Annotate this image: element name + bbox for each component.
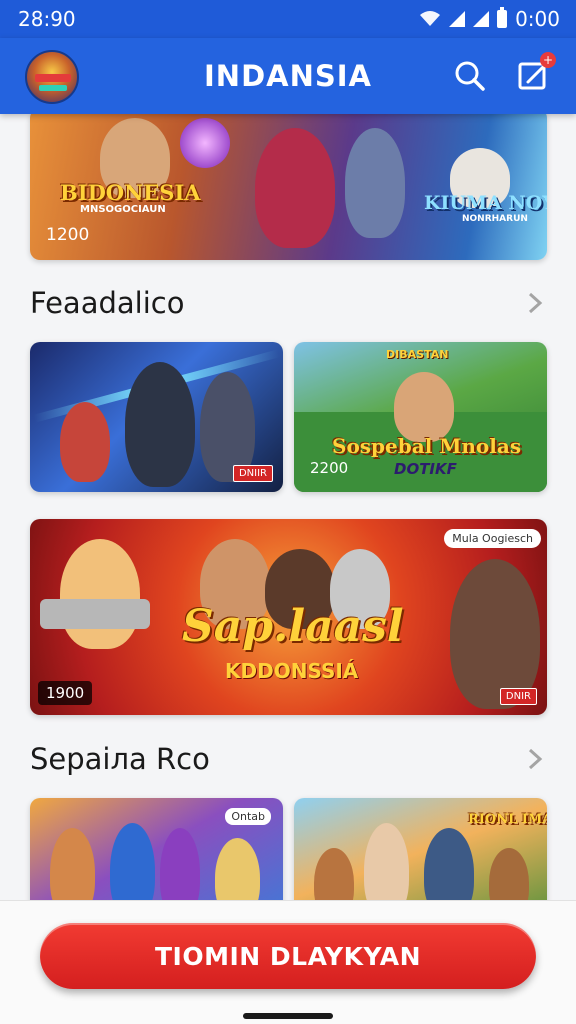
card-tag: Ontab xyxy=(225,808,271,825)
app-bar: INDANSIA + xyxy=(0,38,576,114)
app-screen: 28:90 0:00 INDANSIA + BIDONESIA MNSOGOCI… xyxy=(0,0,576,1024)
feature-subtitle: KDDONSSIÁ xyxy=(225,659,359,683)
game-card[interactable]: RIONL IMALUE xyxy=(294,798,547,900)
card-count-badge: 2200 xyxy=(310,459,349,477)
game-card[interactable]: DNIIR xyxy=(30,342,283,492)
feature-top-right-label: Mula Oogiesch xyxy=(444,529,541,548)
feature-count-badge: 1900 xyxy=(38,681,93,705)
home-indicator[interactable] xyxy=(243,1013,333,1019)
feature-title: Sap.laasl xyxy=(182,601,404,652)
signal-icon xyxy=(449,11,466,27)
card-title: RIONL IMALUE xyxy=(468,812,547,827)
section-title-1: Feaadalico xyxy=(30,286,185,320)
signal-icon xyxy=(473,11,490,27)
card-subtitle: DOTIKF xyxy=(394,460,457,478)
hero-subtitle: MNSOGOCIAUN xyxy=(80,204,166,215)
bottom-bar: TIOMIN DLAYKYAN xyxy=(0,900,576,1024)
search-button[interactable] xyxy=(452,58,488,94)
game-card[interactable]: Ontab xyxy=(30,798,283,900)
wifi-icon xyxy=(420,11,441,26)
hero-title: BIDONESIA xyxy=(60,180,201,205)
notification-badge: + xyxy=(540,52,556,68)
card-title: Sospebal Mnolas xyxy=(332,434,522,458)
search-icon xyxy=(455,61,485,91)
status-bar: 28:90 0:00 xyxy=(0,0,576,38)
hero-right-title: KIUMA NOY xyxy=(424,192,547,214)
card-top-label: DIBASTAN xyxy=(386,348,449,361)
hero-count-badge: 1200 xyxy=(46,225,90,245)
game-card[interactable]: DIBASTAN Sospebal Mnolas DOTIKF 2200 xyxy=(294,342,547,492)
feature-tag: DNIR xyxy=(499,688,537,705)
battery-icon xyxy=(497,7,508,28)
card-tag: DNIIR xyxy=(232,465,273,482)
status-time: 28:90 xyxy=(18,7,76,31)
status-icons: 0:00 xyxy=(419,7,560,31)
status-battery-text: 0:00 xyxy=(515,7,560,31)
chevron-right-icon[interactable] xyxy=(524,292,546,314)
content-feed[interactable]: BIDONESIA MNSOGOCIAUN KIUMA NOY NONRHARU… xyxy=(0,114,576,900)
feature-banner-card[interactable]: Sap.laasl KDDONSSIÁ Mula Oogiesch 1900 D… xyxy=(30,519,547,715)
edit-button[interactable]: + xyxy=(516,52,556,94)
chevron-right-icon[interactable] xyxy=(524,748,546,770)
hero-right-subtitle: NONRHARUN xyxy=(462,214,528,224)
section-title-2: Sepaiла Rco xyxy=(30,742,210,776)
app-title: INDANSIA xyxy=(204,59,372,93)
primary-cta-button[interactable]: TIOMIN DLAYKYAN xyxy=(40,923,536,989)
hero-banner-card[interactable]: BIDONESIA MNSOGOCIAUN KIUMA NOY NONRHARU… xyxy=(30,114,547,260)
